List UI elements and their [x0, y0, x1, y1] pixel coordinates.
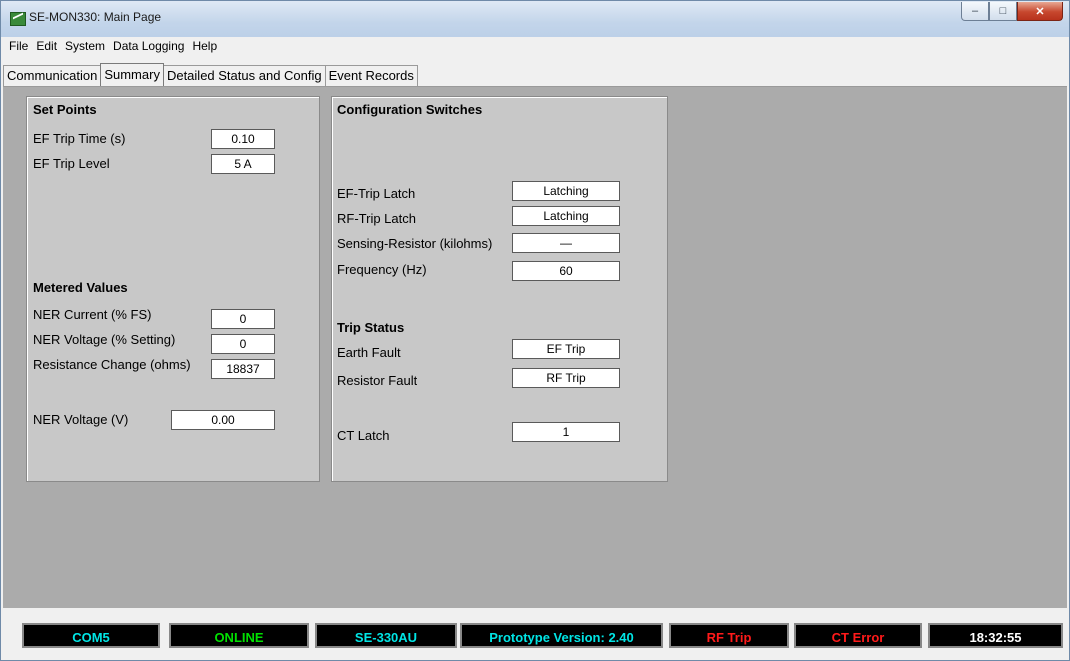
tab-communication[interactable]: Communication: [3, 65, 102, 86]
tab-strip: Communication Summary Detailed Status an…: [3, 63, 418, 86]
tab-event-records[interactable]: Event Records: [324, 65, 418, 86]
window-title: SE-MON330: Main Page: [29, 10, 162, 24]
maximize-button[interactable]: □: [989, 2, 1017, 21]
minimize-icon: –: [971, 5, 979, 17]
status-version: Prototype Version: 2.40: [460, 623, 663, 648]
resistor-fault-label: Resistor Fault: [337, 373, 418, 388]
resistor-fault-value: RF Trip: [512, 368, 620, 388]
earth-fault-value: EF Trip: [512, 339, 620, 359]
frequency-label: Frequency (Hz): [337, 262, 427, 277]
status-rf-trip: RF Trip: [669, 623, 789, 648]
menu-bar: File Edit System Data Logging Help: [1, 37, 1069, 55]
close-icon: ✕: [1035, 5, 1045, 18]
status-connection: ONLINE: [169, 623, 309, 648]
ner-voltage-v-value: 0.00: [171, 410, 275, 430]
menu-system[interactable]: System: [61, 39, 109, 53]
ef-trip-level-label: EF Trip Level: [33, 156, 110, 171]
ct-latch-value: 1: [512, 422, 620, 442]
sensing-resistor-value: —: [512, 233, 620, 253]
caption-buttons: – □ ✕: [961, 2, 1063, 22]
trip-status-heading: Trip Status: [337, 320, 405, 335]
ner-voltage-v-label: NER Voltage (V): [33, 412, 129, 427]
sensing-resistor-label: Sensing-Resistor (kilohms): [337, 236, 493, 251]
ef-trip-latch-value: Latching: [512, 181, 620, 201]
config-switches-heading: Configuration Switches: [337, 102, 483, 117]
ef-trip-time-value: 0.10: [211, 129, 275, 149]
menu-help[interactable]: Help: [188, 39, 221, 53]
close-button[interactable]: ✕: [1017, 2, 1063, 21]
status-model: SE-330AU: [315, 623, 457, 648]
metered-values-heading: Metered Values: [33, 280, 128, 295]
resistance-change-label: Resistance Change (ohms): [33, 357, 191, 372]
ner-voltage-pct-label: NER Voltage (% Setting): [33, 332, 176, 347]
earth-fault-label: Earth Fault: [337, 345, 401, 360]
rf-trip-latch-label: RF-Trip Latch: [337, 211, 416, 226]
setpoints-panel: Set Points EF Trip Time (s) 0.10 EF Trip…: [26, 96, 320, 482]
menu-file[interactable]: File: [5, 39, 32, 53]
menu-edit[interactable]: Edit: [32, 39, 61, 53]
configuration-panel: Configuration Switches EF-Trip Latch Lat…: [331, 96, 668, 482]
status-clock: 18:32:55: [928, 623, 1063, 648]
app-logo-icon: [10, 12, 26, 26]
ef-trip-time-label: EF Trip Time (s): [33, 131, 126, 146]
tab-summary[interactable]: Summary: [100, 63, 164, 86]
main-window: SE-MON330: Main Page – □ ✕ File Edit Sys…: [0, 0, 1070, 661]
set-points-heading: Set Points: [33, 102, 97, 117]
tab-detailed-status[interactable]: Detailed Status and Config: [162, 65, 326, 86]
status-com-port: COM5: [22, 623, 160, 648]
ner-voltage-pct-value: 0: [211, 334, 275, 354]
title-bar: SE-MON330: Main Page – □ ✕: [1, 1, 1069, 37]
menu-data-logging[interactable]: Data Logging: [109, 39, 188, 53]
minimize-button[interactable]: –: [961, 2, 989, 21]
summary-tab-panel: Set Points EF Trip Time (s) 0.10 EF Trip…: [3, 86, 1067, 609]
frequency-value: 60: [512, 261, 620, 281]
rf-trip-latch-value: Latching: [512, 206, 620, 226]
ner-current-value: 0: [211, 309, 275, 329]
resistance-change-value: 18837: [211, 359, 275, 379]
status-bar: COM5 ONLINE SE-330AU Prototype Version: …: [3, 608, 1067, 658]
ct-latch-label: CT Latch: [337, 428, 390, 443]
ner-current-label: NER Current (% FS): [33, 307, 152, 322]
ef-trip-level-value: 5 A: [211, 154, 275, 174]
status-ct-error: CT Error: [794, 623, 922, 648]
maximize-icon: □: [999, 5, 1007, 17]
ef-trip-latch-label: EF-Trip Latch: [337, 186, 416, 201]
